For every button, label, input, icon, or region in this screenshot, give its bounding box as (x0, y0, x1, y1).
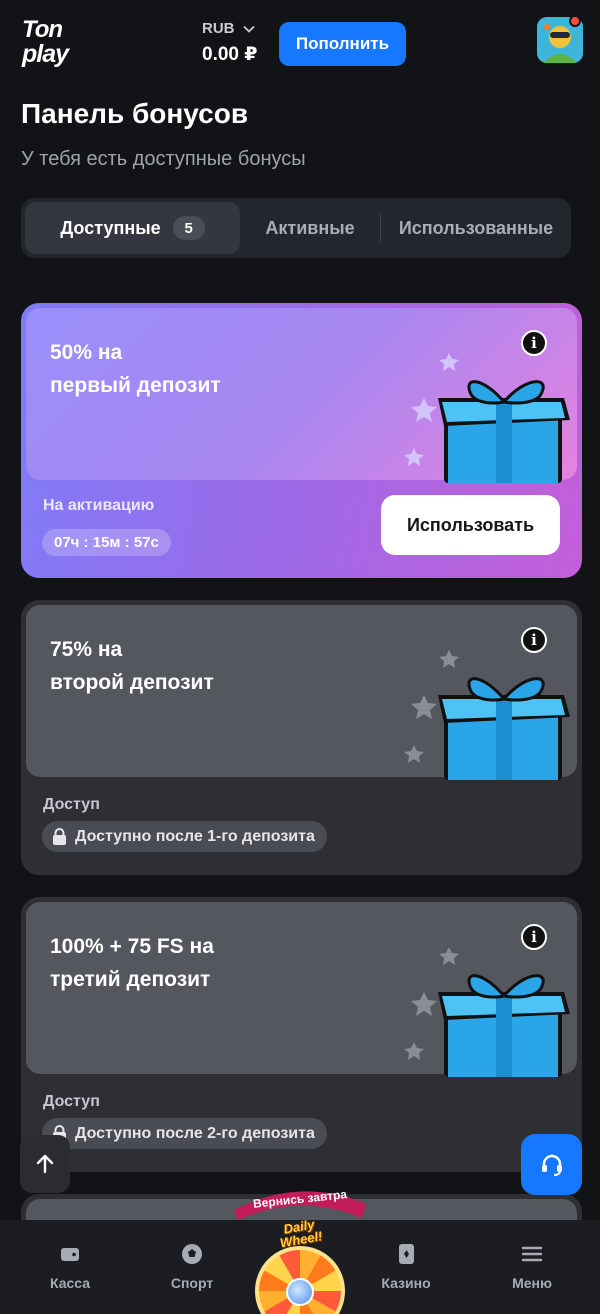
nav-label: Спорт (170, 1275, 214, 1291)
notification-dot (569, 15, 581, 27)
bonus-card-first-deposit: 50% на первый депозит i На активацию 07ч… (21, 303, 582, 578)
nav-menu[interactable]: Меню (492, 1242, 572, 1291)
logo-line2: play (22, 40, 69, 68)
arrow-up-icon (36, 1154, 54, 1174)
bonus-tabs: Доступные 5 Активные Использованные (21, 198, 571, 258)
nav-sport[interactable]: Спорт (152, 1242, 232, 1291)
tab-used[interactable]: Использованные (381, 202, 571, 254)
logo-line1: Ton (22, 16, 63, 43)
access-requirement: Доступно после 1-го депозита (42, 821, 327, 852)
header: Ton play RUB 0.00 ₽ Пополнить (0, 0, 600, 90)
tab-count-badge: 5 (172, 216, 205, 240)
info-icon[interactable]: i (521, 330, 547, 356)
chevron-down-icon (242, 25, 255, 33)
wallet-icon (61, 1248, 79, 1261)
info-icon[interactable]: i (521, 627, 547, 653)
info-icon[interactable]: i (521, 924, 547, 950)
soccer-ball-icon (182, 1244, 202, 1264)
nav-casino[interactable]: Казино (366, 1242, 446, 1291)
cards-icon (399, 1244, 414, 1264)
deposit-button[interactable]: Пополнить (279, 22, 406, 66)
access-label: Доступ (43, 796, 100, 813)
bonus-card-second-deposit: 75% на второй депозит i Доступ Доступно … (21, 600, 582, 875)
countdown-timer: 07ч : 15м : 57с (42, 529, 171, 556)
support-chat-button[interactable] (521, 1134, 582, 1195)
lock-icon (53, 828, 66, 845)
gift-icon (404, 650, 570, 780)
access-requirement-text: Доступно после 1-го депозита (75, 827, 315, 845)
gift-icon (404, 353, 570, 483)
currency-selector[interactable]: RUB (202, 20, 257, 37)
access-requirement-text: Доступно после 2-го депозита (75, 1124, 315, 1142)
activation-label: На активацию (43, 497, 155, 514)
gift-icon (404, 947, 570, 1077)
access-label: Доступ (43, 1093, 100, 1110)
currency-label: RUB (202, 20, 235, 37)
tab-available[interactable]: Доступные 5 (25, 202, 240, 254)
balance-amount: 0.00 ₽ (202, 44, 258, 65)
tab-label: Доступные (60, 217, 161, 238)
bonus-title-line1: 75% на (50, 638, 123, 661)
hamburger-icon (521, 1246, 543, 1262)
daily-wheel-button[interactable]: Вернись завтра Daily Wheel! (228, 1180, 372, 1314)
nav-label: Касса (49, 1275, 91, 1291)
bonus-title: 75% на второй депозит (50, 633, 214, 699)
tab-active[interactable]: Активные (240, 202, 380, 254)
bonus-title-line2: первый депозит (50, 374, 221, 397)
bonus-title: 50% на первый депозит (50, 336, 221, 402)
balance-selector[interactable]: RUB 0.00 ₽ (202, 20, 257, 66)
bonus-card-header: 100% + 75 FS на третий депозит i (26, 902, 577, 1077)
access-requirement: Доступно после 2-го депозита (42, 1118, 327, 1149)
scroll-to-top-button[interactable] (20, 1135, 70, 1193)
nav-label: Казино (381, 1275, 431, 1291)
bonus-title-line2: третий депозит (50, 968, 211, 991)
bonus-card-header: 75% на второй депозит i (26, 605, 577, 780)
bonus-title-line1: 100% + 75 FS на (50, 935, 214, 958)
bonus-card-header: 50% на первый депозит i (26, 308, 577, 483)
tonplay-logo[interactable]: Ton play (20, 18, 76, 70)
page-title: Панель бонусов (21, 98, 249, 129)
bonus-title: 100% + 75 FS на третий депозит (50, 930, 214, 996)
nav-label: Меню (512, 1275, 552, 1291)
page-subtitle: У тебя есть доступные бонусы (21, 148, 306, 170)
nav-cashier[interactable]: Касса (30, 1242, 110, 1291)
wheel-hub (286, 1278, 314, 1306)
bonus-card-third-deposit: 100% + 75 FS на третий депозит i Доступ … (21, 897, 582, 1172)
bonus-title-line1: 50% на (50, 341, 123, 364)
bonus-title-line2: второй депозит (50, 671, 214, 694)
use-bonus-button[interactable]: Использовать (381, 495, 560, 555)
headset-icon (541, 1154, 562, 1176)
